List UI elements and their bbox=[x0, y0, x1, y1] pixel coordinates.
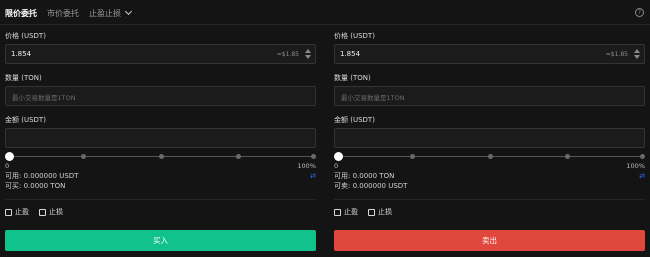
buy-take-profit-checkbox[interactable]: 止盈 bbox=[5, 207, 29, 217]
sell-available: 可用: 0.0000 TON ⇄ bbox=[334, 171, 645, 181]
buy-qty-placeholder: 最小交易数量是1TON bbox=[12, 94, 76, 102]
swap-arrows-icon[interactable]: ⇄ bbox=[310, 171, 316, 181]
swap-arrows-icon[interactable]: ⇄ bbox=[639, 171, 645, 181]
sell-qty-label: 数量 (TON) bbox=[334, 74, 371, 82]
sell-price-label: 价格 (USDT) bbox=[334, 32, 375, 40]
buy-separator bbox=[5, 199, 316, 200]
buy-price-approx: ≈$1.85 bbox=[276, 51, 299, 58]
buy-price-stepper[interactable] bbox=[304, 48, 311, 60]
buy-sl-label: 止损 bbox=[49, 208, 63, 216]
buy-amount-input[interactable] bbox=[5, 128, 316, 148]
tab-tp-sl[interactable]: 止盈止损 bbox=[89, 7, 133, 19]
sell-qty-placeholder: 最小交易数量是1TON bbox=[341, 94, 405, 102]
buy-price-input[interactable]: 1.854 ≈$1.85 bbox=[5, 44, 316, 64]
sell-button[interactable]: 卖出 bbox=[334, 230, 645, 251]
sell-take-profit-checkbox[interactable]: 止盈 bbox=[334, 207, 358, 217]
order-type-tabs: 限价委托 市价委托 止盈止损 bbox=[5, 5, 141, 21]
sell-amount-slider[interactable] bbox=[334, 152, 645, 162]
help-circle-icon[interactable]: ? bbox=[635, 8, 644, 17]
tab-market-order[interactable]: 市价委托 bbox=[47, 8, 79, 19]
buy-price-value: 1.854 bbox=[11, 50, 32, 58]
sell-slider-max: 100% bbox=[626, 162, 645, 170]
buy-available: 可用: 0.000000 USDT ⇄ bbox=[5, 171, 316, 181]
sell-price-approx: ≈$1.85 bbox=[605, 51, 628, 58]
buy-qty-label: 数量 (TON) bbox=[5, 74, 42, 82]
buy-tp-label: 止盈 bbox=[15, 208, 29, 216]
buy-available-text: 可用: 0.000000 USDT bbox=[5, 172, 79, 180]
sell-stop-loss-checkbox[interactable]: 止损 bbox=[368, 207, 392, 217]
sell-max-sell: 可卖: 0.000000 USDT bbox=[334, 182, 408, 190]
sell-slider-handle[interactable] bbox=[334, 152, 343, 161]
sell-slider-min: 0 bbox=[334, 162, 339, 170]
sell-qty-input[interactable]: 最小交易数量是1TON bbox=[334, 86, 645, 106]
sell-price-input[interactable]: 1.854 ≈$1.85 bbox=[334, 44, 645, 64]
buy-slider-handle[interactable] bbox=[5, 152, 14, 161]
buy-price-label: 价格 (USDT) bbox=[5, 32, 46, 40]
sell-available-text: 可用: 0.0000 TON bbox=[334, 172, 395, 180]
sell-amount-input[interactable] bbox=[334, 128, 645, 148]
buy-stop-loss-checkbox[interactable]: 止损 bbox=[39, 207, 63, 217]
sell-price-stepper[interactable] bbox=[633, 48, 640, 60]
buy-button[interactable]: 买入 bbox=[5, 230, 316, 251]
buy-amount-label: 金额 (USDT) bbox=[5, 116, 46, 124]
buy-slider-min: 0 bbox=[5, 162, 10, 170]
chevron-down-icon bbox=[124, 7, 133, 16]
buy-options: 止盈 止损 bbox=[5, 206, 316, 218]
sell-tp-label: 止盈 bbox=[344, 208, 358, 216]
header-divider bbox=[0, 24, 650, 25]
buy-panel: 价格 (USDT) 1.854 ≈$1.85 数量 (TON) 最小交易数量是1… bbox=[5, 31, 316, 218]
sell-price-value: 1.854 bbox=[340, 50, 361, 58]
tab-limit-order[interactable]: 限价委托 bbox=[5, 8, 37, 19]
buy-max-buy: 可买: 0.0000 TON bbox=[5, 182, 66, 190]
sell-separator bbox=[334, 199, 645, 200]
sell-options: 止盈 止损 bbox=[334, 206, 645, 218]
buy-slider-max: 100% bbox=[297, 162, 316, 170]
sell-amount-label: 金额 (USDT) bbox=[334, 116, 375, 124]
tab-tp-sl-label: 止盈止损 bbox=[89, 8, 121, 18]
sell-sl-label: 止损 bbox=[378, 208, 392, 216]
buy-amount-slider[interactable] bbox=[5, 152, 316, 162]
sell-panel: 价格 (USDT) 1.854 ≈$1.85 数量 (TON) 最小交易数量是1… bbox=[334, 31, 645, 218]
buy-qty-input[interactable]: 最小交易数量是1TON bbox=[5, 86, 316, 106]
